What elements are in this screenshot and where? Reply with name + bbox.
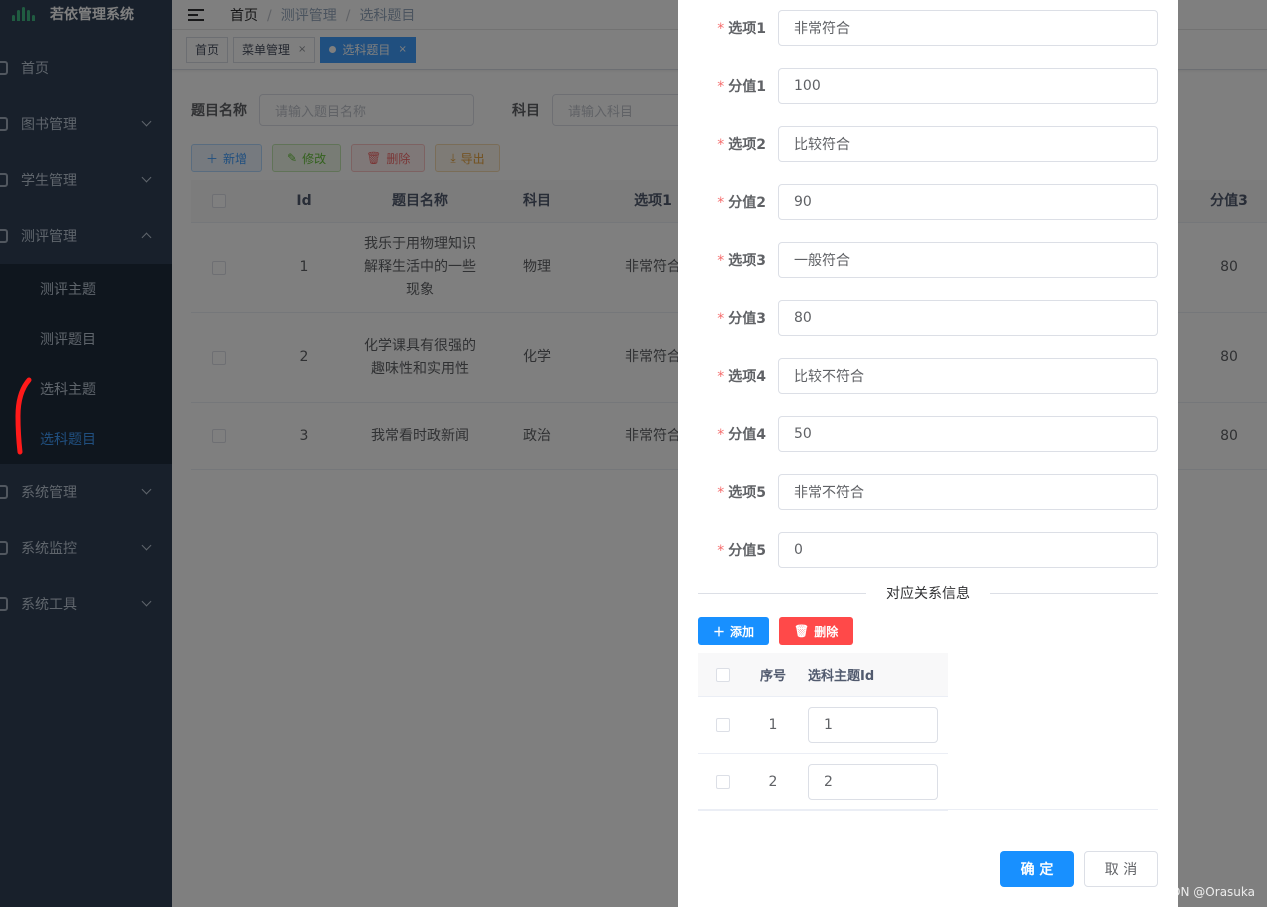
divider bbox=[698, 809, 1158, 810]
trash-icon: 🗑 bbox=[794, 624, 810, 638]
relation-toolbar: ＋ 添加 🗑 删除 bbox=[698, 617, 854, 645]
required-mark: * bbox=[717, 21, 725, 37]
form-row-option1: * 选项1 非常符合 bbox=[698, 10, 1158, 46]
column-header: 选科主题Id bbox=[808, 669, 875, 684]
section-divider: 对应关系信息 bbox=[698, 584, 1158, 602]
field-label: 选项2 bbox=[728, 137, 766, 153]
table-row[interactable]: 2 2 bbox=[698, 754, 948, 811]
required-mark: * bbox=[717, 369, 725, 385]
form-row-score3: * 分值3 80 bbox=[698, 300, 1158, 336]
delete-relation-button[interactable]: 🗑 删除 bbox=[779, 617, 854, 645]
table-row[interactable]: 1 1 bbox=[698, 697, 948, 754]
cancel-button[interactable]: 取 消 bbox=[1084, 851, 1158, 887]
option1-input[interactable]: 非常符合 bbox=[778, 10, 1158, 46]
required-mark: * bbox=[717, 79, 725, 95]
field-label: 选项3 bbox=[728, 253, 766, 269]
plus-icon: ＋ bbox=[713, 624, 726, 639]
score3-input[interactable]: 80 bbox=[778, 300, 1158, 336]
form-row-score1: * 分值1 100 bbox=[698, 68, 1158, 104]
delete-relation-label: 删除 bbox=[814, 624, 839, 639]
field-label: 选项5 bbox=[728, 485, 766, 501]
column-header: 序号 bbox=[759, 669, 786, 684]
form-row-score2: * 分值2 90 bbox=[698, 184, 1158, 220]
score4-input[interactable]: 50 bbox=[778, 416, 1158, 452]
form-row-option2: * 选项2 比较符合 bbox=[698, 126, 1158, 162]
required-mark: * bbox=[717, 311, 725, 327]
cell-no: 2 bbox=[768, 774, 778, 790]
field-label: 分值1 bbox=[728, 79, 766, 95]
score1-input[interactable]: 100 bbox=[778, 68, 1158, 104]
row-checkbox[interactable] bbox=[716, 718, 730, 732]
edit-dialog: * 选项1 非常符合 * 分值1 100 * 选项2 比较符合 * 分值2 90 * 选项… bbox=[678, 0, 1178, 907]
required-mark: * bbox=[717, 137, 725, 153]
option2-input[interactable]: 比较符合 bbox=[778, 126, 1158, 162]
form-row-score4: * 分值4 50 bbox=[698, 416, 1158, 452]
required-mark: * bbox=[717, 485, 725, 501]
form-row-score5: * 分值5 0 bbox=[698, 532, 1158, 568]
field-label: 分值5 bbox=[728, 543, 766, 559]
watermark: CSDN @Orasuka bbox=[1155, 885, 1255, 899]
select-all-checkbox[interactable] bbox=[716, 667, 730, 682]
field-label: 分值2 bbox=[728, 195, 766, 211]
form-row-option5: * 选项5 非常不符合 bbox=[698, 474, 1158, 510]
required-mark: * bbox=[717, 427, 725, 443]
table-header: 序号 选科主题Id bbox=[698, 653, 948, 697]
option5-input[interactable]: 非常不符合 bbox=[778, 474, 1158, 510]
topic-id-input[interactable]: 1 bbox=[808, 707, 938, 743]
field-label: 选项4 bbox=[728, 369, 766, 385]
divider-text: 对应关系信息 bbox=[886, 586, 970, 602]
add-relation-label: 添加 bbox=[730, 624, 755, 639]
field-label: 分值3 bbox=[728, 311, 766, 327]
relation-table: 序号 选科主题Id 1 1 2 2 bbox=[698, 653, 948, 811]
dialog-footer: 确 定 取 消 bbox=[1000, 851, 1158, 887]
score2-input[interactable]: 90 bbox=[778, 184, 1158, 220]
field-label: 选项1 bbox=[728, 21, 766, 37]
hand-drawn-mark bbox=[15, 377, 32, 455]
option4-input[interactable]: 比较不符合 bbox=[778, 358, 1158, 394]
row-checkbox[interactable] bbox=[716, 775, 730, 789]
confirm-button[interactable]: 确 定 bbox=[1000, 851, 1074, 887]
cell-no: 1 bbox=[768, 717, 778, 733]
required-mark: * bbox=[717, 253, 725, 269]
required-mark: * bbox=[717, 543, 725, 559]
topic-id-input[interactable]: 2 bbox=[808, 764, 938, 800]
option3-input[interactable]: 一般符合 bbox=[778, 242, 1158, 278]
score5-input[interactable]: 0 bbox=[778, 532, 1158, 568]
form-row-option3: * 选项3 一般符合 bbox=[698, 242, 1158, 278]
add-relation-button[interactable]: ＋ 添加 bbox=[698, 617, 770, 645]
field-label: 分值4 bbox=[728, 427, 766, 443]
required-mark: * bbox=[717, 195, 725, 211]
form-row-option4: * 选项4 比较不符合 bbox=[698, 358, 1158, 394]
